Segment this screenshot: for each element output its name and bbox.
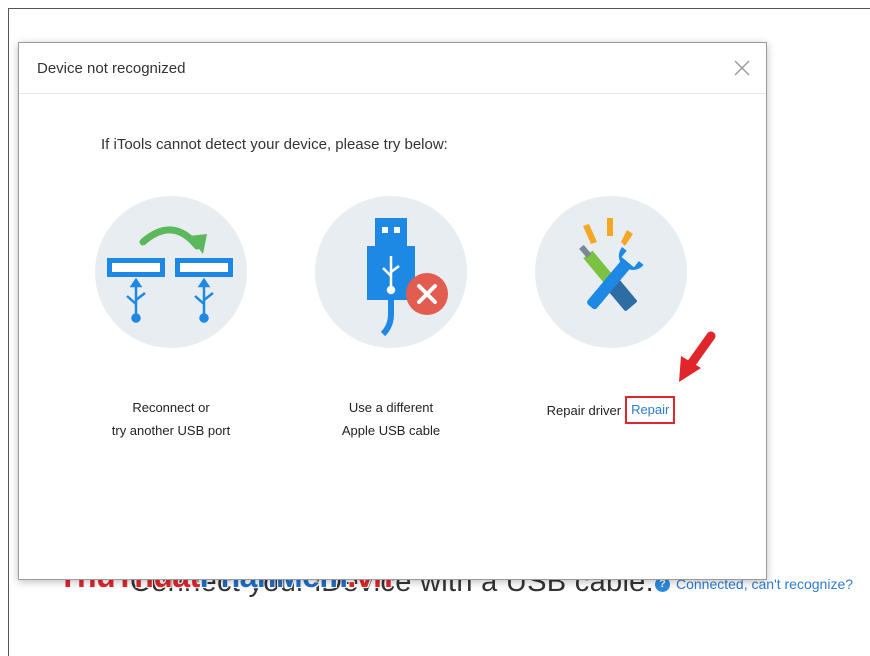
- option-label: Use a different Apple USB cable: [291, 396, 491, 442]
- dialog-title: Device not recognized: [37, 60, 186, 77]
- red-arrow-icon: [679, 331, 716, 382]
- device-not-recognized-dialog: Device not recognized If iTools cannot d…: [18, 42, 767, 580]
- repair-link[interactable]: Repair: [625, 396, 676, 424]
- close-icon: [734, 60, 750, 76]
- usb-ports-icon: [95, 196, 247, 348]
- option-repair-driver: Repair driver Repair: [511, 196, 711, 424]
- repair-driver-label: Repair driver: [546, 402, 622, 418]
- dialog-header: Device not recognized: [19, 43, 766, 94]
- option-label: Reconnect or try another USB port: [71, 396, 271, 442]
- option-label-line-2: Apple USB cable: [341, 423, 441, 438]
- instruction-text: If iTools cannot detect your device, ple…: [101, 136, 448, 153]
- window-frame-left: [8, 8, 9, 656]
- option-label: Repair driver Repair: [511, 396, 711, 424]
- usb-cable-error-icon: [315, 196, 467, 348]
- close-button[interactable]: [732, 58, 752, 78]
- option-label-line-1: Use a different: [348, 400, 434, 415]
- option-label-line-1: Reconnect or: [132, 400, 210, 415]
- repair-tools-icon: [535, 196, 687, 348]
- option-label-line-2: try another USB port: [111, 423, 231, 438]
- window-frame-top: [8, 8, 870, 9]
- option-different-cable: Use a different Apple USB cable: [291, 196, 491, 442]
- repair-row: Repair driver Repair: [511, 396, 711, 424]
- option-reconnect: Reconnect or try another USB port: [71, 196, 271, 442]
